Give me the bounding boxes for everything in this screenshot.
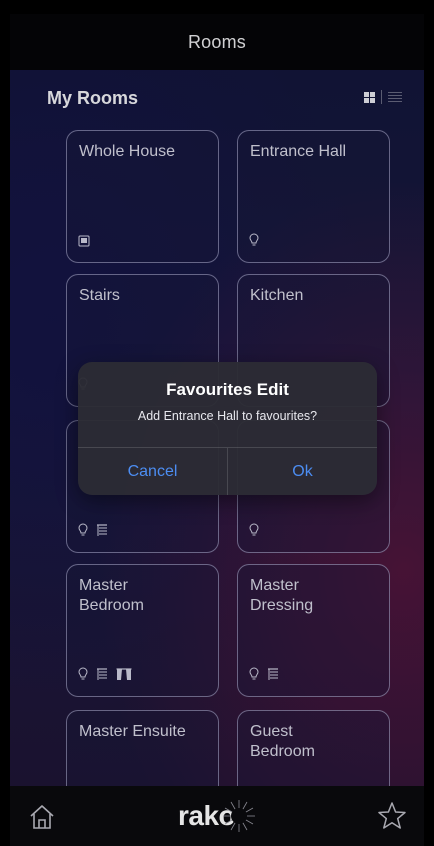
cancel-button[interactable]: Cancel — [78, 448, 227, 495]
favourites-dialog: Favourites Edit Add Entrance Hall to fav… — [78, 362, 377, 495]
dialog-title: Favourites Edit — [166, 380, 289, 399]
dialog-actions: Cancel Ok — [78, 447, 377, 495]
ok-button[interactable]: Ok — [228, 448, 377, 495]
dialog-message: Add Entrance Hall to favourites? — [137, 409, 318, 423]
